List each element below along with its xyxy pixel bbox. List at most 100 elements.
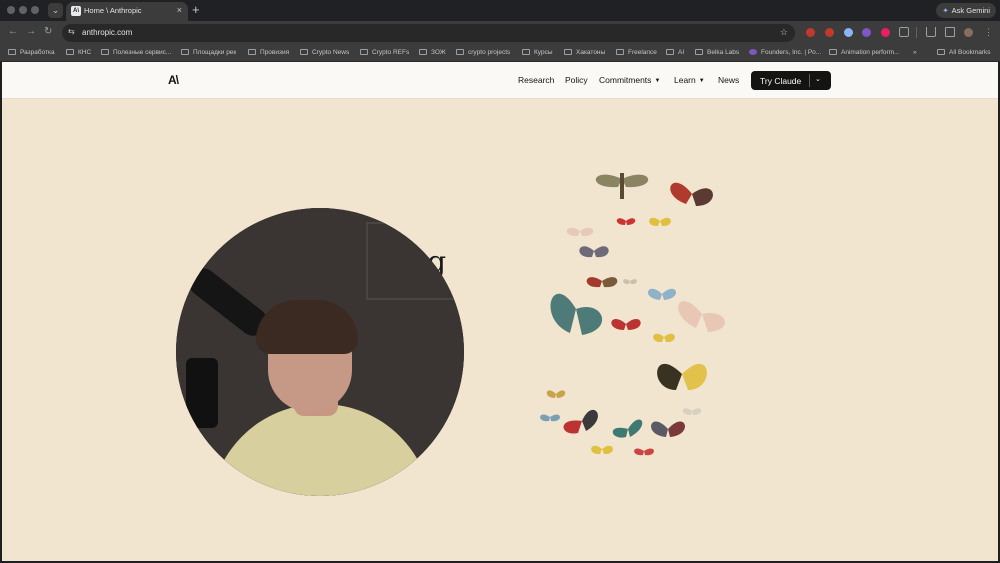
bookmark-item[interactable]: Разработка [8, 47, 55, 59]
tab-search-button[interactable]: ⌄ [48, 3, 63, 18]
button-divider [809, 74, 810, 87]
butterfly-icon [579, 246, 609, 258]
butterfly-icon [612, 419, 643, 438]
bookmark-item[interactable]: Animation perform... [829, 47, 900, 59]
extension-mail-icon[interactable] [825, 28, 834, 37]
nav-research[interactable]: Research [518, 75, 554, 85]
site-info-icon[interactable]: ⇆ [68, 27, 75, 36]
chevron-down-icon[interactable]: ⌄ [815, 75, 821, 83]
bookmark-item[interactable]: КНС [66, 47, 91, 59]
extensions-puzzle-icon[interactable] [899, 27, 909, 37]
ask-gemini-label: Ask Gemini [951, 6, 990, 15]
address-bar[interactable]: ⇆ anthropic.com ☆ [62, 24, 795, 42]
tab-anthropic-home[interactable]: A\ Home \ Anthropic × [66, 2, 188, 21]
folder-icon [300, 49, 308, 55]
butterfly-icon [651, 421, 685, 437]
browser-tabstrip: ⌄ A\ Home \ Anthropic × + ✦ Ask Gemini [0, 0, 1000, 21]
nav-news[interactable]: News [718, 75, 739, 85]
butterfly-icon [586, 277, 618, 288]
bookmark-star-icon[interactable]: ☆ [780, 27, 788, 38]
folder-icon [695, 49, 703, 55]
profile-avatar[interactable] [964, 28, 973, 37]
butterfly-icon [657, 363, 707, 390]
butterfly-illustration [540, 173, 725, 456]
folder-icon [564, 49, 572, 55]
extension-blue-icon[interactable] [844, 28, 853, 37]
anthropic-logo[interactable]: A\ [168, 73, 179, 87]
bookmark-item[interactable]: Belka Labs [695, 47, 739, 59]
try-claude-button[interactable]: Try Claude ⌄ [751, 71, 831, 90]
tab-sidebar-icon[interactable] [945, 27, 955, 37]
nav-commitments[interactable]: Commitments ▼ [599, 75, 660, 85]
url-text[interactable]: anthropic.com [82, 28, 132, 37]
bookmark-item[interactable]: Полезные сервис... [101, 47, 171, 59]
folder-icon [8, 49, 16, 55]
window-minimize-dot[interactable] [19, 6, 27, 14]
bookmark-item[interactable]: Crypto REFs [360, 47, 409, 59]
chevron-down-icon: ▼ [698, 78, 705, 84]
ask-gemini-button[interactable]: ✦ Ask Gemini [936, 3, 996, 18]
butterfly-icon [623, 279, 637, 285]
bookmark-item[interactable]: Founders, Inc. | Po... [749, 47, 821, 59]
bookmark-item[interactable]: Провизия [248, 47, 289, 59]
webcam-video-overlay[interactable] [176, 208, 464, 496]
extension-pink-icon[interactable] [881, 28, 890, 37]
downloads-icon[interactable] [926, 27, 936, 37]
try-claude-label: Try Claude [760, 76, 802, 86]
butterfly-icon [563, 409, 598, 434]
butterfly-icon [682, 408, 702, 415]
folder-icon [248, 49, 256, 55]
back-arrow-icon[interactable]: ← [8, 26, 18, 38]
bookmark-item[interactable]: ЗОЖ [419, 47, 446, 59]
page-favicon-icon [829, 49, 837, 55]
butterfly-icon [653, 333, 675, 343]
butterfly-icon [616, 218, 636, 225]
window-close-dot[interactable] [7, 6, 15, 14]
nav-policy[interactable]: Policy [565, 75, 588, 85]
folder-icon [360, 49, 368, 55]
bookmark-item[interactable]: Crypto News [300, 47, 349, 59]
forward-arrow-icon[interactable]: → [26, 26, 36, 38]
butterfly-icon [550, 293, 603, 335]
tab-title: Home \ Anthropic [84, 6, 142, 15]
folder-icon [456, 49, 464, 55]
video-wall-frame [366, 222, 456, 300]
bookmark-item[interactable]: crypto projects [456, 47, 510, 59]
bookmark-item[interactable]: Площадки рек [181, 47, 236, 59]
butterfly-icon [540, 414, 560, 422]
bookmarks-bar: Разработка КНС Полезные сервис... Площад… [0, 44, 1000, 62]
new-tab-button[interactable]: + [192, 2, 200, 17]
toolbar-separator [916, 27, 917, 38]
extension-purple-icon[interactable] [862, 28, 871, 37]
menu-kebab-icon[interactable]: ⋮ [984, 26, 993, 38]
tab-close-icon[interactable]: × [177, 5, 182, 15]
bookmark-item[interactable]: Курсы [522, 47, 553, 59]
extension-maple-icon[interactable] [806, 28, 815, 37]
folder-icon [522, 49, 530, 55]
anthropic-favicon-icon: A\ [71, 6, 81, 16]
person-hair [256, 300, 358, 354]
reload-icon[interactable]: ↻ [44, 26, 52, 38]
butterfly-icon [634, 448, 654, 456]
bookmarks-overflow-chevron-icon[interactable]: » [913, 47, 917, 59]
butterfly-icon [566, 227, 594, 237]
butterfly-icon [678, 301, 725, 332]
folder-icon [181, 49, 189, 55]
browser-toolbar: ← → ↻ ⇆ anthropic.com ☆ ⋮ [0, 21, 1000, 44]
gemini-sparkle-icon: ✦ [942, 6, 949, 15]
bookmark-item[interactable]: AI [666, 47, 684, 59]
chevron-down-icon: ▼ [654, 78, 661, 84]
butterfly-icon [611, 319, 641, 330]
nav-learn[interactable]: Learn ▼ [674, 75, 705, 85]
folder-icon [616, 49, 624, 55]
bookmark-item[interactable]: Хакатоны [564, 47, 605, 59]
folder-icon [419, 49, 427, 55]
site-header: A\ Research Policy Commitments ▼ Learn ▼ N… [2, 62, 998, 98]
nav-commitments-label: Commitments [599, 75, 652, 85]
bookmark-item[interactable]: Freelance [616, 47, 657, 59]
founders-favicon-icon [749, 49, 757, 55]
folder-icon [937, 49, 945, 55]
window-zoom-dot[interactable] [31, 6, 39, 14]
nav-learn-label: Learn [674, 75, 696, 85]
all-bookmarks-item[interactable]: All Bookmarks [937, 47, 991, 59]
